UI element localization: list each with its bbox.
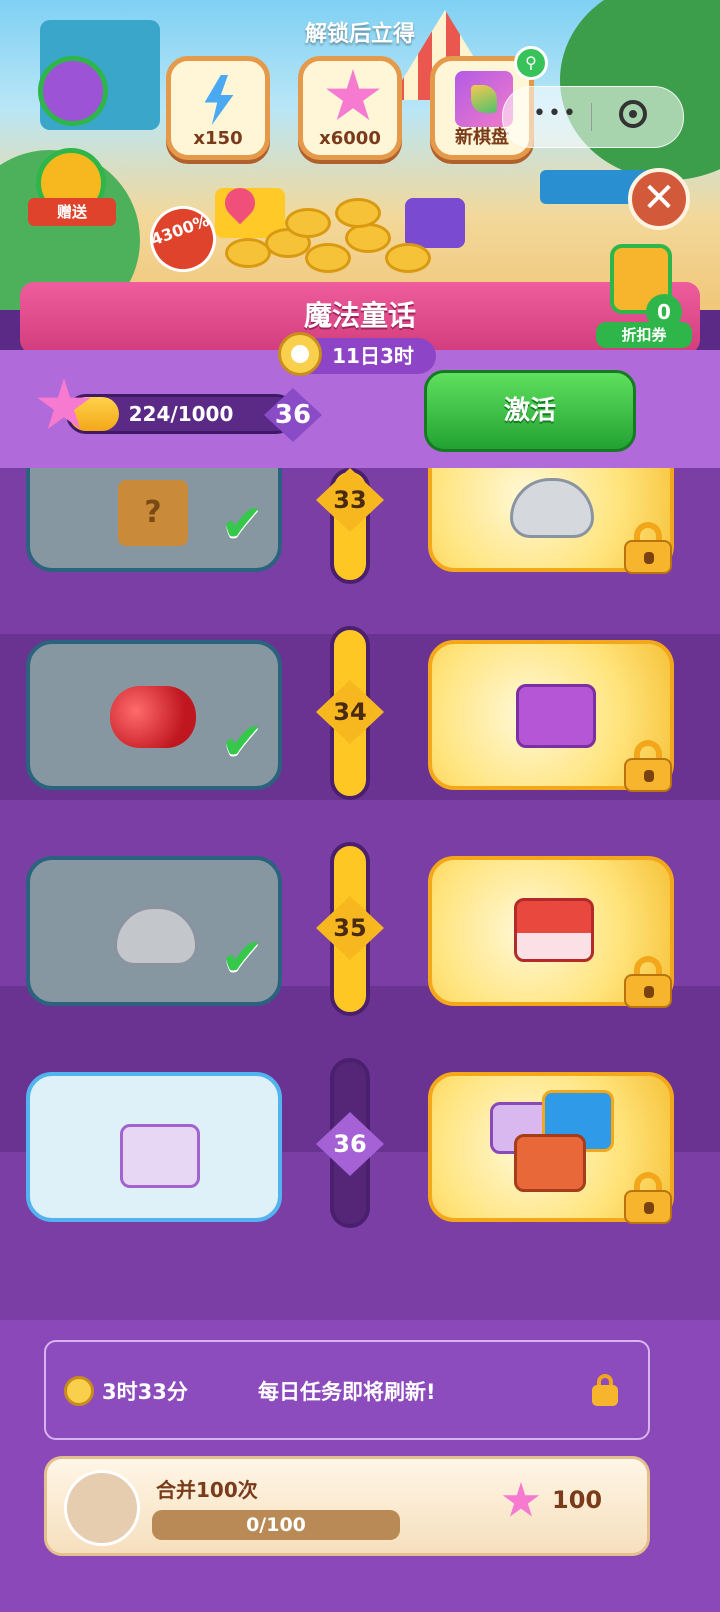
reward-stars[interactable]: x6000 bbox=[298, 56, 402, 160]
claimed-check-icon: ✔ bbox=[220, 494, 264, 554]
discount-voucher[interactable]: 0 折扣券 bbox=[596, 244, 692, 348]
free-reward-35[interactable]: ✔ bbox=[26, 856, 282, 1006]
task-progress-text: 0/100 bbox=[246, 1514, 306, 1536]
premium-reward-33[interactable] bbox=[428, 468, 674, 574]
lock-icon bbox=[624, 1172, 672, 1224]
lock-icon bbox=[624, 956, 672, 1008]
magnifier-icon[interactable]: ⚲ bbox=[514, 46, 548, 80]
exit-target-icon[interactable] bbox=[619, 100, 647, 128]
free-reward-36[interactable] bbox=[26, 1072, 282, 1222]
alarm-clock-icon bbox=[64, 1376, 94, 1406]
energy-bolt-icon bbox=[204, 75, 234, 125]
daily-refresh-time: 3时33分 bbox=[102, 1380, 188, 1404]
unlock-title: 解锁后立得 bbox=[304, 22, 415, 47]
premium-reward-35[interactable] bbox=[428, 856, 674, 1008]
red-chest-icon bbox=[514, 898, 594, 962]
free-reward-34[interactable]: ✔ bbox=[26, 640, 282, 790]
silver-shell-icon bbox=[114, 906, 198, 966]
merge-hand-icon bbox=[64, 1470, 140, 1546]
claimed-check-icon: ✔ bbox=[220, 928, 264, 988]
reward-stars-label: x6000 bbox=[319, 128, 381, 149]
lock-icon bbox=[624, 740, 672, 792]
claimed-check-icon: ✔ bbox=[220, 712, 264, 772]
premium-reward-36[interactable] bbox=[428, 1072, 674, 1224]
task-reward-amount: 100 bbox=[552, 1486, 603, 1514]
task-title: 合并100次 bbox=[156, 1478, 258, 1502]
coin-pile-image bbox=[205, 181, 475, 283]
lock-icon bbox=[624, 522, 672, 574]
more-menu-icon[interactable]: ••• bbox=[533, 101, 578, 126]
activate-button[interactable]: 激活 bbox=[424, 370, 636, 452]
miniprogram-capsule[interactable]: ••• bbox=[502, 86, 684, 148]
mystery-cube-icon: ? bbox=[118, 480, 188, 546]
daily-refresh-message: 每日任务即将刷新! bbox=[258, 1380, 436, 1404]
close-icon[interactable]: ✕ bbox=[628, 168, 690, 230]
star-chest-icon bbox=[120, 1124, 200, 1188]
gift-box-button[interactable] bbox=[38, 56, 108, 126]
shell-bowl-icon bbox=[510, 478, 594, 538]
lock-icon bbox=[592, 1374, 618, 1406]
purple-chest-icon bbox=[516, 684, 596, 748]
reward-track[interactable]: ? ✔ 33 ✔ 34 ✔ 35 36 bbox=[0, 468, 720, 1320]
rubies-icon bbox=[110, 686, 196, 748]
points-progress-text: 224/1000 bbox=[128, 402, 234, 426]
premium-reward-34[interactable] bbox=[428, 640, 674, 792]
reward-energy[interactable]: x150 bbox=[166, 56, 270, 160]
alarm-clock-icon bbox=[278, 332, 322, 376]
level-node-34: 34 bbox=[316, 680, 384, 744]
star-points-icon bbox=[326, 69, 380, 120]
voucher-label: 折扣券 bbox=[596, 322, 692, 348]
reward-energy-label: x150 bbox=[193, 128, 243, 149]
free-reward-33[interactable]: ? ✔ bbox=[26, 468, 282, 572]
gift-label: 赠送 bbox=[28, 198, 116, 226]
